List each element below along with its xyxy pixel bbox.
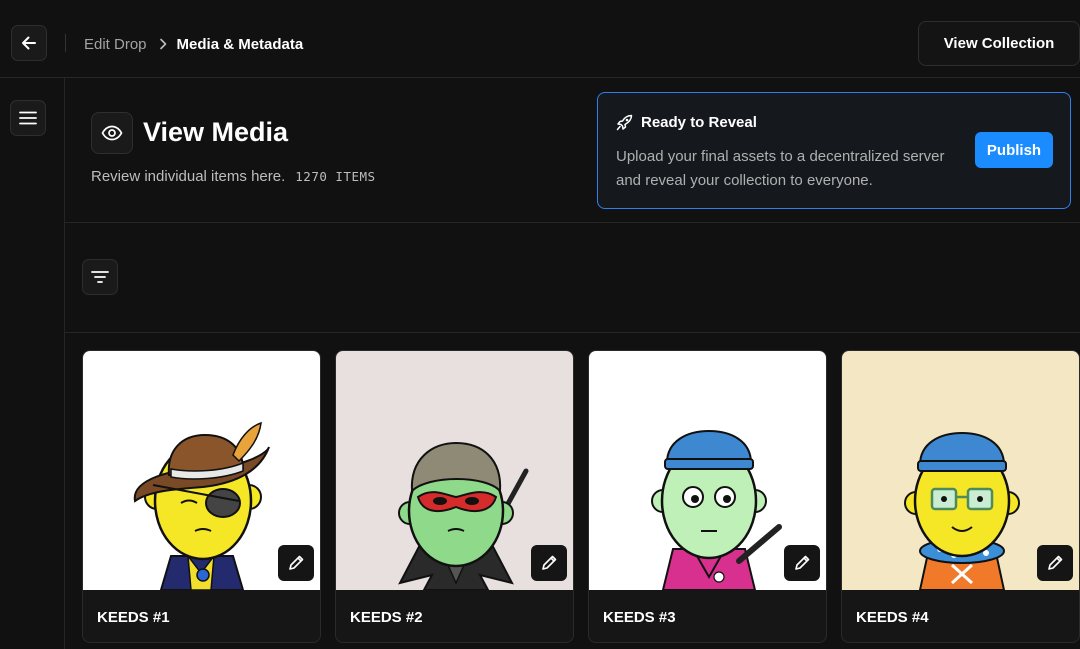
item-name: KEEDS #2 bbox=[350, 609, 423, 626]
nft-image[interactable] bbox=[336, 351, 573, 590]
filter-button[interactable] bbox=[82, 259, 118, 295]
eye-icon bbox=[101, 125, 123, 141]
reveal-title-row: Ready to Reveal bbox=[616, 114, 757, 131]
view-collection-button[interactable]: View Collection bbox=[918, 21, 1080, 66]
media-card[interactable]: KEEDS #1 bbox=[82, 350, 321, 643]
filter-bar bbox=[65, 223, 1080, 333]
publish-button[interactable]: Publish bbox=[975, 132, 1053, 168]
reveal-description: Upload your final assets to a decentrali… bbox=[616, 148, 945, 189]
media-card[interactable]: KEEDS #3 bbox=[588, 350, 827, 643]
edit-button[interactable] bbox=[784, 545, 820, 581]
pencil-icon bbox=[1048, 555, 1063, 570]
page-title: View Media bbox=[143, 117, 289, 147]
breadcrumb-edit-drop[interactable]: Edit Drop bbox=[84, 36, 147, 53]
edit-button[interactable] bbox=[531, 545, 567, 581]
page-header: View Media Review individual items here.… bbox=[65, 78, 1080, 223]
back-button[interactable] bbox=[11, 25, 47, 61]
nft-image[interactable] bbox=[842, 351, 1079, 590]
sidebar bbox=[0, 78, 65, 649]
divider bbox=[65, 34, 66, 52]
chevron-right-icon bbox=[159, 38, 167, 50]
rocket-icon bbox=[616, 114, 633, 131]
subtitle-text: Review individual items here. bbox=[91, 168, 286, 185]
pencil-icon bbox=[289, 555, 304, 570]
ready-to-reveal-card: Ready to Reveal Upload your final assets… bbox=[597, 92, 1071, 209]
pencil-icon bbox=[795, 555, 810, 570]
view-media-icon-box bbox=[91, 112, 133, 154]
item-name: KEEDS #1 bbox=[97, 609, 170, 626]
items-count: 1270 ITEMS bbox=[295, 169, 376, 184]
media-card[interactable]: KEEDS #2 bbox=[335, 350, 574, 643]
nft-image[interactable] bbox=[589, 351, 826, 590]
reveal-title: Ready to Reveal bbox=[641, 114, 757, 131]
media-card[interactable]: KEEDS #4 bbox=[841, 350, 1080, 643]
nft-image[interactable] bbox=[83, 351, 320, 590]
breadcrumb: Edit Drop Media & Metadata bbox=[84, 34, 303, 54]
hamburger-menu-icon bbox=[19, 111, 37, 125]
top-bar: Edit Drop Media & Metadata View Collecti… bbox=[0, 0, 1080, 78]
pencil-icon bbox=[542, 555, 557, 570]
breadcrumb-current: Media & Metadata bbox=[176, 35, 304, 53]
filter-icon bbox=[91, 271, 109, 283]
edit-button[interactable] bbox=[278, 545, 314, 581]
item-name: KEEDS #3 bbox=[603, 609, 676, 626]
page-subtitle: Review individual items here. 1270 ITEMS bbox=[91, 168, 376, 185]
arrow-left-icon bbox=[22, 36, 36, 50]
edit-button[interactable] bbox=[1037, 545, 1073, 581]
item-name: KEEDS #4 bbox=[856, 609, 929, 626]
menu-button[interactable] bbox=[10, 100, 46, 136]
